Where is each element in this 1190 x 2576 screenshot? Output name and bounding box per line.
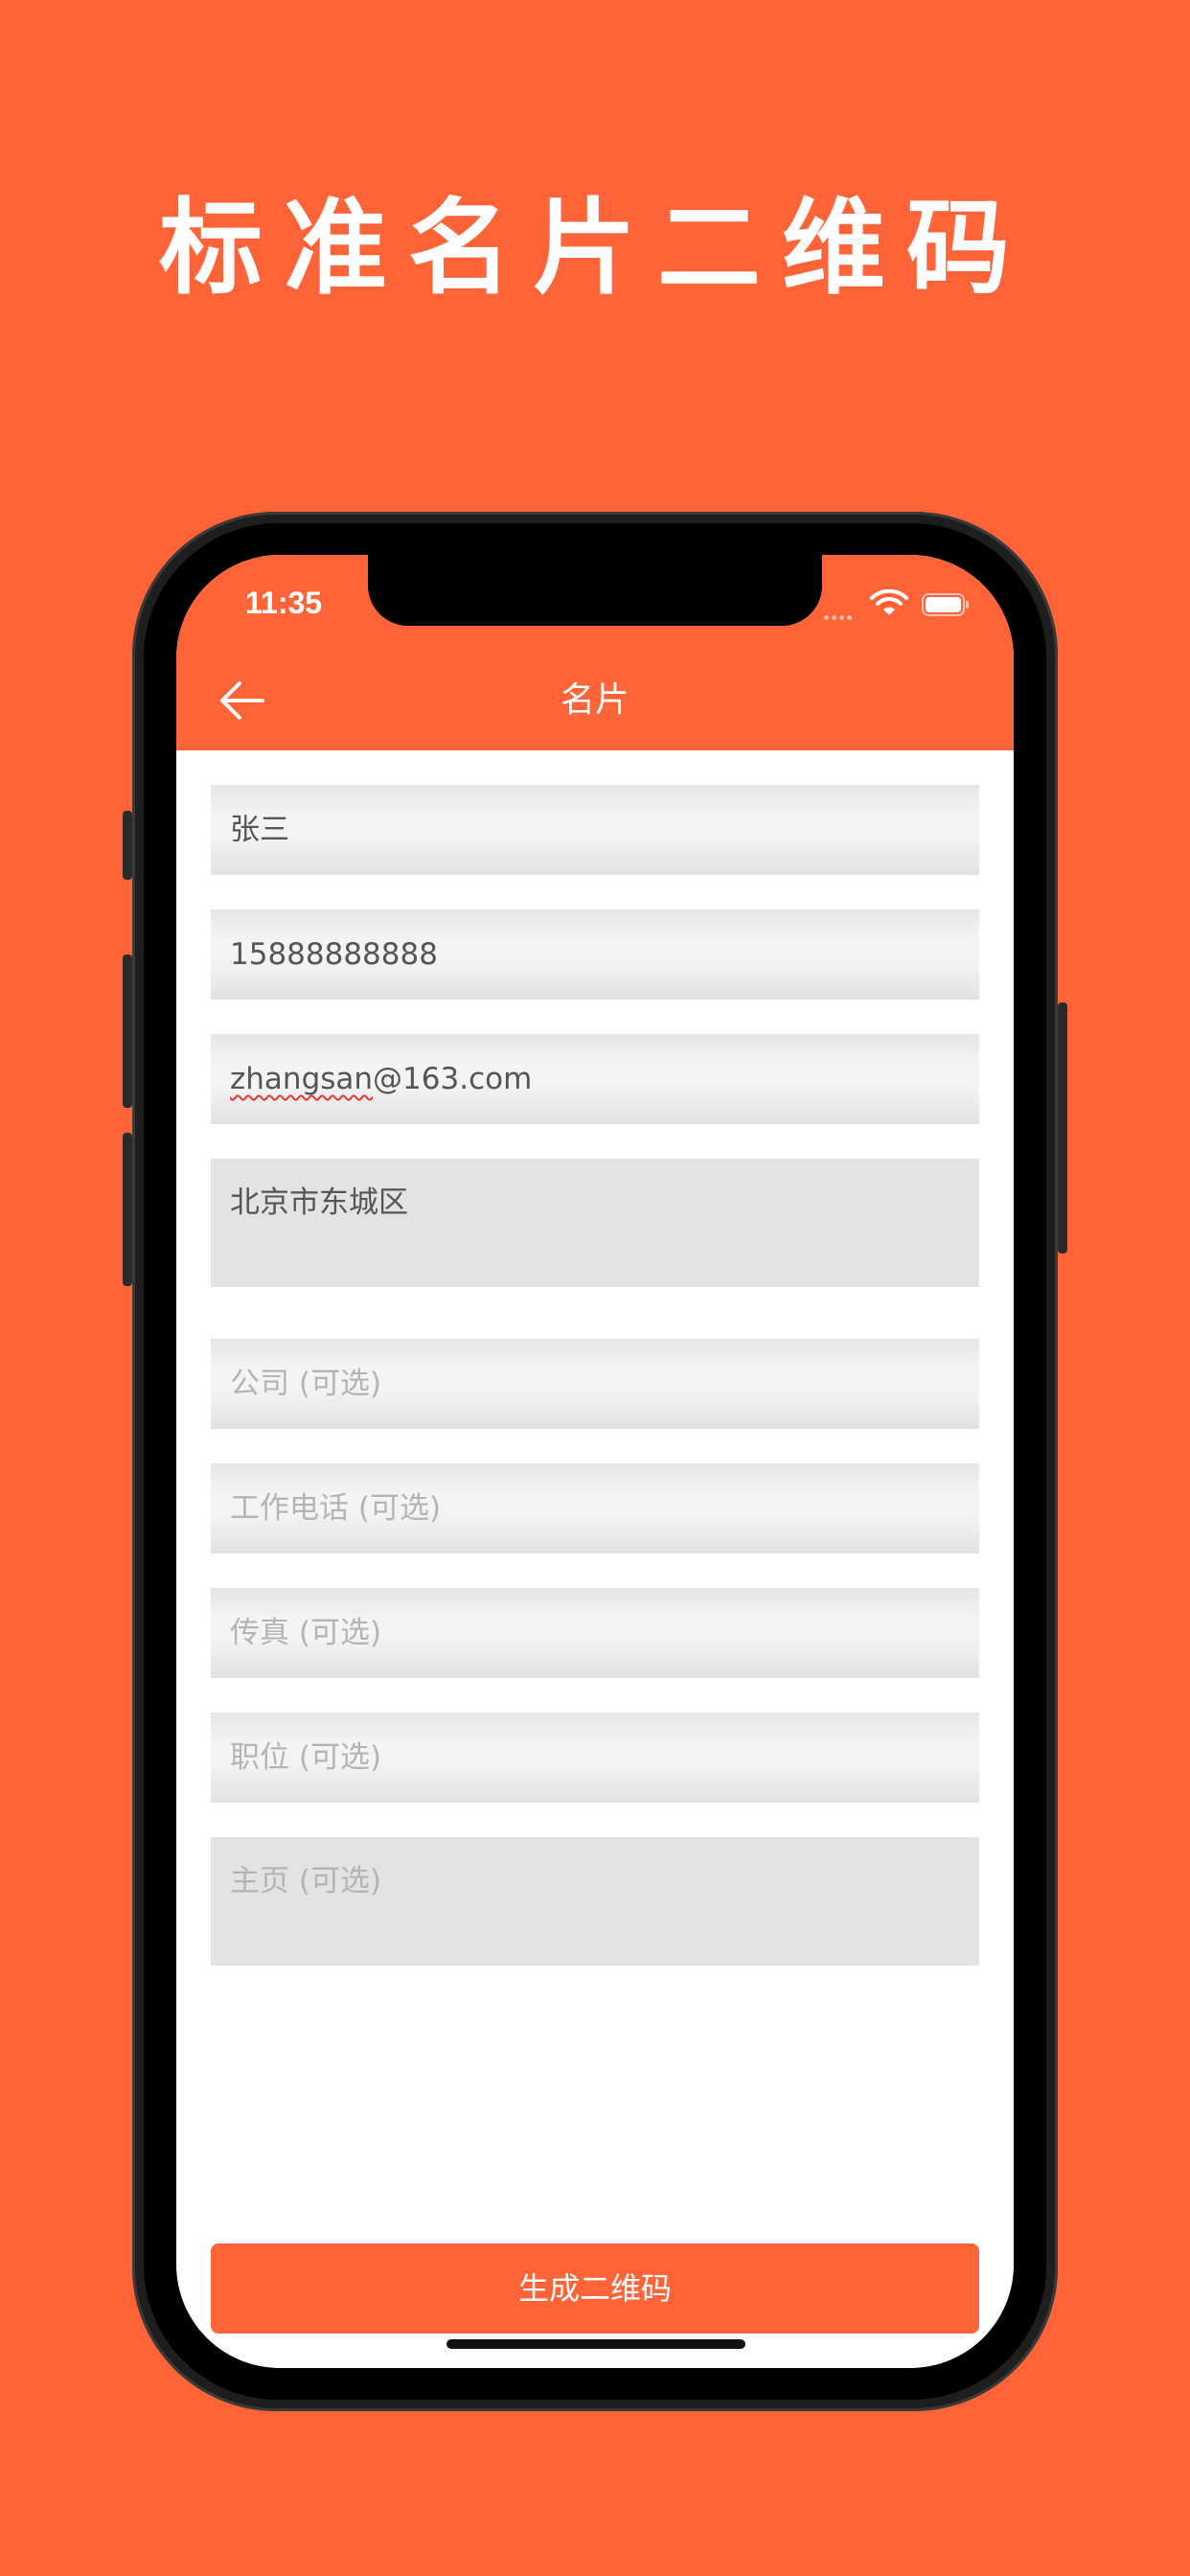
position-input[interactable]: 职位 (可选) [211, 1713, 979, 1803]
name-input[interactable]: 张三 [211, 785, 979, 875]
fax-input[interactable]: 传真 (可选) [211, 1588, 979, 1678]
app-header: 11:35 名片 [176, 555, 1014, 750]
volume-down-button [123, 1133, 132, 1286]
phone-value: 15888888888 [230, 937, 438, 972]
company-placeholder: 公司 (可选) [230, 1367, 382, 1401]
work-phone-input[interactable]: 工作电话 (可选) [211, 1463, 979, 1553]
address-value: 北京市东城区 [230, 1185, 408, 1220]
battery-icon [922, 593, 969, 616]
fax-placeholder: 传真 (可选) [230, 1616, 382, 1650]
generate-qr-button[interactable]: 生成二维码 [211, 2243, 979, 2334]
email-value-domain: @163.com [373, 1062, 533, 1096]
headline: 标准名片二维码 [158, 189, 1031, 309]
work-phone-placeholder: 工作电话 (可选) [230, 1491, 442, 1526]
home-indicator [446, 2339, 745, 2349]
notch [368, 555, 822, 626]
email-value-misspelled: zhangsan [230, 1062, 374, 1096]
homepage-placeholder: 主页 (可选) [230, 1864, 382, 1898]
homepage-input[interactable]: 主页 (可选) [211, 1837, 979, 1966]
wifi-icon [870, 589, 908, 615]
phone-screen: 11:35 名片 张三 15888888888 zhangsan@163.com… [176, 555, 1014, 2368]
power-button [1058, 1002, 1067, 1254]
company-input[interactable]: 公司 (可选) [211, 1339, 979, 1429]
email-input[interactable]: zhangsan@163.com [211, 1034, 979, 1124]
status-time: 11:35 [245, 586, 323, 620]
signal-dots-icon [824, 606, 858, 620]
page-title: 名片 [560, 680, 629, 720]
address-input[interactable]: 北京市东城区 [211, 1159, 979, 1287]
volume-up-button [123, 954, 132, 1108]
name-value: 张三 [230, 813, 289, 847]
phone-input[interactable]: 15888888888 [211, 909, 979, 1000]
silent-switch [123, 811, 132, 880]
position-placeholder: 职位 (可选) [230, 1740, 382, 1775]
